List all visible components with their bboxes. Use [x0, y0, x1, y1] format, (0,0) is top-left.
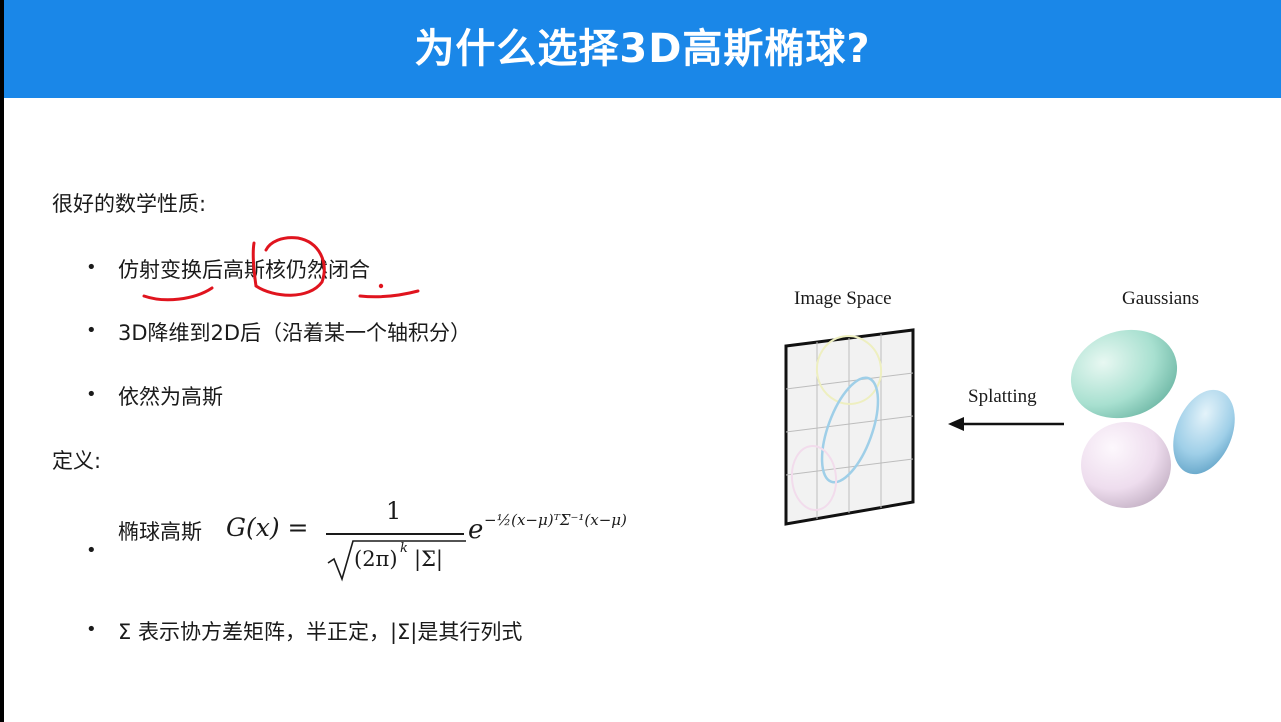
underline-closed — [358, 289, 420, 299]
slide: 为什么选择3D高斯椭球? 很好的数学性质: • 仿射变换后高斯核仍然闭合 • 3… — [4, 0, 1281, 722]
splatting-arrow — [948, 417, 1064, 431]
gaussians-label: Gaussians — [1122, 288, 1200, 309]
splatting-figure — [784, 328, 1235, 526]
annotation-dot — [378, 283, 384, 289]
teal-gaussian — [1070, 329, 1178, 419]
circle-kernel — [251, 236, 326, 297]
image-plane — [784, 328, 915, 526]
blue-gaussian — [1173, 389, 1235, 475]
image-space-label: Image Space — [794, 288, 892, 309]
pink-gaussian — [1081, 422, 1171, 508]
underline-affine — [142, 286, 214, 302]
